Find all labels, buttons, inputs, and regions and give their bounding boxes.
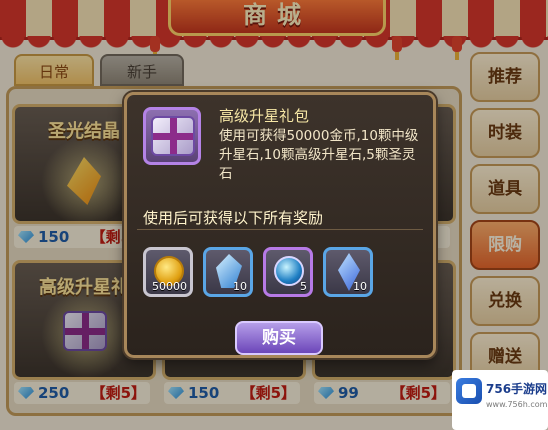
reward-slot[interactable]: 50000 <box>143 247 193 297</box>
buy-button[interactable]: 购买 <box>235 321 323 355</box>
item-detail-popup: 高级升星礼包 使用可获得50000金币,10颗中级升星石,10颗高级升星石,5颗… <box>124 92 436 358</box>
item-description: 使用可获得50000金币,10颗中级升星石,10颗高级升星石,5颗圣灵石 <box>219 128 419 182</box>
gift-box-icon <box>151 116 195 156</box>
item-title: 高级升星礼包 <box>219 107 310 125</box>
reward-count: 10 <box>353 280 367 293</box>
site-watermark: 756手游网 www.756h.com <box>452 370 548 430</box>
rewards-heading: 使用后可获得以下所有奖励 <box>143 209 324 227</box>
reward-slot[interactable]: 10 <box>323 247 373 297</box>
reward-count: 50000 <box>152 280 187 293</box>
reward-slot[interactable]: 5 <box>263 247 313 297</box>
watermark-name: 756手游网 <box>486 382 548 396</box>
divider <box>137 229 423 230</box>
reward-slot[interactable]: 10 <box>203 247 253 297</box>
reward-count: 10 <box>233 280 247 293</box>
reward-count: 5 <box>300 280 307 293</box>
item-icon-frame <box>143 107 201 165</box>
watermark-logo-icon <box>456 378 482 404</box>
shop-scene: 商城 日常 新手 圣光结晶 150 【剩5】 高级升星礼 250 【剩5】 150 【… <box>0 0 548 430</box>
watermark-url: www.756h.com <box>486 400 548 409</box>
buy-button-label: 购买 <box>262 328 296 348</box>
